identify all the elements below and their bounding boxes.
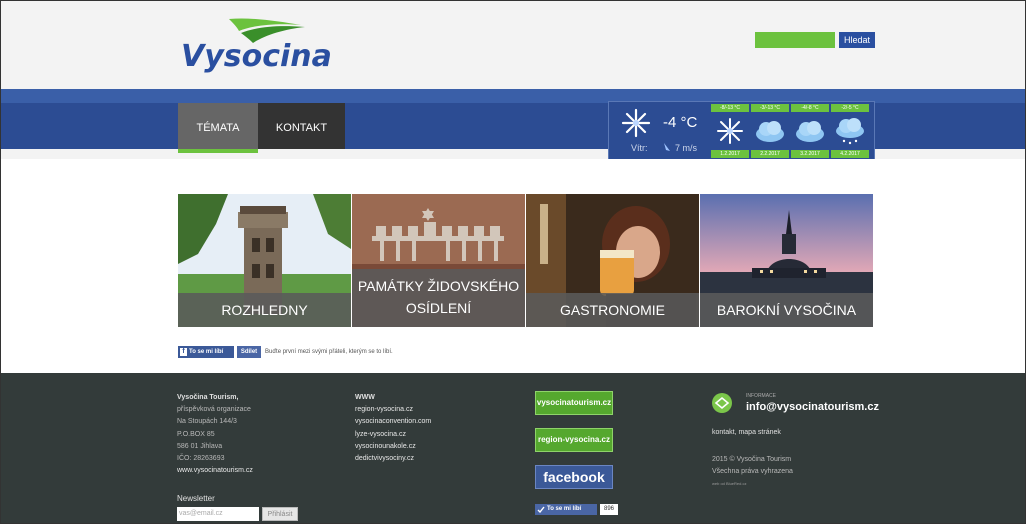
address-line: příspěvková organizace	[177, 406, 251, 414]
weather-temp: -4 °C	[663, 114, 698, 131]
forecast-date: 1.2.2017	[711, 150, 749, 158]
weather-widget: -4 °C Vítr: 7 m/s -8/-13 °C 1.2.2017 -3/…	[608, 101, 875, 161]
web-by-link[interactable]: web od BlueRed.cz	[712, 481, 746, 486]
tile-label: PAMÁTKY ŽIDOVSKÉHO OSÍDLENÍ	[352, 269, 525, 327]
region-vysocina-badge[interactable]: region-vysocina.cz	[535, 428, 613, 452]
checkmark-icon	[537, 506, 545, 513]
tile-pamatky[interactable]: PAMÁTKY ŽIDOVSKÉHO OSÍDLENÍ	[352, 194, 525, 327]
tile-label: ROZHLEDNY	[178, 293, 351, 327]
logo-text: Vysocina	[181, 39, 332, 74]
address-line: Na Stoupách 144/3	[177, 418, 237, 426]
forecast-range: -3/-13 °C	[751, 104, 789, 112]
info-label: INFORMACE	[746, 393, 776, 399]
www-link[interactable]: region-vysocina.cz	[355, 404, 431, 416]
footer-address: Vysočina Tourism, příspěvková organizace…	[177, 392, 253, 477]
tile-gastronomie[interactable]: GASTRONOMIE	[526, 194, 699, 327]
tile-label-line: PAMÁTKY ŽIDOVSKÉHO	[357, 278, 520, 294]
newsletter-title: Newsletter	[177, 494, 215, 503]
forecast-date: 2.2.2017	[751, 150, 789, 158]
www-link[interactable]: lyze-vysocina.cz	[355, 429, 431, 441]
fb-like-text: Buďte první mezi svými přáteli, kterým s…	[265, 349, 393, 355]
tile-label-line: OSÍDLENÍ	[405, 300, 472, 316]
tile-barokni[interactable]: BAROKNÍ VYSOČINA	[700, 194, 873, 327]
info-email-link[interactable]: info@vysocinatourism.cz	[746, 401, 879, 413]
tile-label: GASTRONOMIE	[526, 293, 699, 327]
address-line: IČO: 28263693	[177, 455, 225, 463]
cloud-icon	[756, 121, 784, 142]
info-icon	[712, 393, 732, 413]
copyright-line: 2015 © Vysočina Tourism	[712, 456, 792, 463]
copyright-line: Všechna práva vyhrazena	[712, 468, 793, 476]
wind-value: 7 m/s	[675, 143, 698, 153]
newsletter-email-field[interactable]: vas@email.cz	[177, 507, 259, 521]
facebook-icon: f	[180, 348, 187, 356]
www-link[interactable]: vysocinounakole.cz	[355, 441, 431, 453]
forecast-day: -4/-8 °C 3.2.2017	[791, 104, 829, 158]
newsletter-subscribe-button[interactable]: Přihlásit	[262, 507, 298, 521]
info-links[interactable]: kontakt, mapa stránek	[712, 429, 781, 436]
forecast-date: 3.2.2017	[791, 150, 829, 158]
main-content: ROZHLEDNY PAMÁTKY ŽIDOVSKÉHO OSÍDLENÍ GA…	[1, 159, 1025, 373]
fb-share-button[interactable]: Sdílet	[237, 346, 261, 358]
envelope-icon	[714, 396, 730, 410]
forecast-range: -4/-8 °C	[791, 104, 829, 112]
footer: Vysočina Tourism, příspěvková organizace…	[1, 373, 1025, 523]
page-frame: Vysocina Hledat TÉMATA KONTAKT -4 °C Vít…	[0, 0, 1026, 524]
www-link[interactable]: dedictvivysociny.cz	[355, 453, 431, 465]
forecast-range: -8/-13 °C	[711, 104, 749, 112]
search-input[interactable]	[755, 32, 835, 48]
address-line: P.O.BOX 85	[177, 430, 215, 438]
weather-current: -4 °C Vítr: 7 m/s	[609, 102, 709, 160]
fb-like-label: To se mi líbí	[547, 506, 582, 512]
cloud-icon	[796, 121, 824, 142]
wind-arrow-icon	[664, 143, 670, 151]
search-button[interactable]: Hledat	[839, 32, 875, 48]
www-title: WWW	[355, 394, 375, 401]
forecast-day: -3/-13 °C 2.2.2017	[751, 104, 789, 158]
fb-like-button[interactable]: f To se mi líbí	[178, 346, 234, 358]
tab-kontakt[interactable]: KONTAKT	[258, 103, 345, 149]
address-title: Vysočina Tourism,	[177, 394, 239, 401]
tile-label: BAROKNÍ VYSOČINA	[700, 293, 873, 327]
forecast-date: 4.2.2017	[831, 150, 869, 158]
snowflake-icon	[621, 108, 651, 138]
forecast-range: -2/-5 °C	[831, 104, 869, 112]
forecast-day: -8/-13 °C 1.2.2017	[711, 104, 749, 158]
cloud-snow-icon	[836, 118, 864, 145]
footer-www: WWW region-vysocina.cz vysocinaconventio…	[355, 392, 431, 465]
logo[interactable]: Vysocina	[181, 17, 332, 77]
tile-rozhledny[interactable]: ROZHLEDNY	[178, 194, 351, 327]
fb-like-button[interactable]: To se mi líbí	[535, 504, 597, 515]
header: Vysocina Hledat	[1, 1, 1025, 89]
info-copyright: 2015 © Vysočina Tourism Všechna práva vy…	[712, 454, 793, 478]
vysocinatourism-badge[interactable]: vysocinatourism.cz	[535, 391, 613, 415]
tab-temata[interactable]: TÉMATA	[178, 103, 258, 153]
wind-label: Vítr:	[631, 143, 648, 153]
fb-like-label: To se mi líbí	[189, 349, 224, 355]
address-line: 586 01 Jihlava	[177, 442, 223, 450]
www-link[interactable]: vysocinaconvention.com	[355, 416, 431, 428]
snowflake-icon	[717, 118, 743, 144]
facebook-badge[interactable]: facebook	[535, 465, 613, 489]
fb-like-count: 896	[600, 504, 618, 515]
forecast-day: -2/-5 °C 4.2.2017	[831, 104, 869, 158]
address-web-link[interactable]: www.vysocinatourism.cz	[177, 465, 253, 477]
